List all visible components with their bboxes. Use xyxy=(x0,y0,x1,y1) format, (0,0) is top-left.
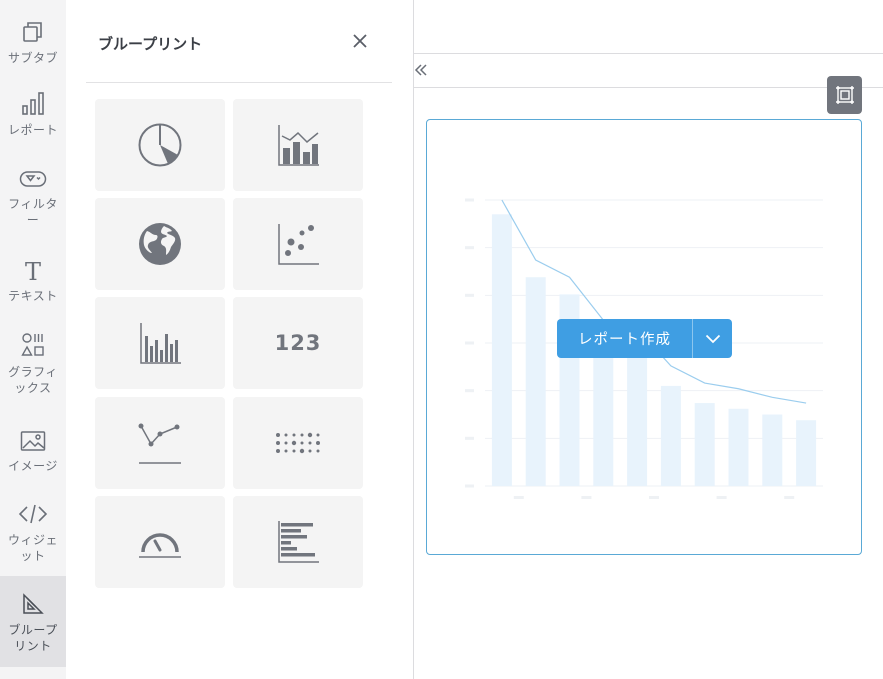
toolbar-item-subtab[interactable]: サブタブ xyxy=(0,14,66,68)
blueprint-tile-horizontal-bar[interactable] xyxy=(233,496,363,588)
blueprint-tile-dot-matrix[interactable] xyxy=(233,397,363,489)
canvas-toolbar xyxy=(414,55,883,88)
toolbar-item-label: サブタブ xyxy=(7,51,58,65)
chart-bar xyxy=(728,408,749,486)
canvas-header xyxy=(414,0,883,54)
y-tick-label xyxy=(465,246,474,250)
chart-line xyxy=(501,199,807,404)
toolbar-item-graphics[interactable]: グラフィックス xyxy=(0,328,66,400)
double-chevron-left-icon xyxy=(414,64,427,76)
x-tick-label xyxy=(784,496,795,499)
chart-bar xyxy=(491,214,512,487)
blueprint-tile-number[interactable]: 123 xyxy=(233,297,363,389)
chart-bar xyxy=(660,385,681,486)
toolbar-item-text[interactable]: T テキスト xyxy=(0,252,66,306)
collapse-panel-button[interactable] xyxy=(414,59,428,81)
toolbar-item-label: レポート xyxy=(7,123,58,137)
frame-icon xyxy=(835,86,854,104)
text-icon: T xyxy=(22,252,44,282)
blueprint-tile-bar-line[interactable] xyxy=(233,99,363,191)
report-widget[interactable]: レポート作成 xyxy=(426,119,862,555)
y-tick-label xyxy=(465,436,474,440)
y-tick-label xyxy=(465,198,474,202)
blueprint-icon xyxy=(21,586,45,616)
dot-matrix-icon xyxy=(276,432,320,454)
x-tick-label xyxy=(581,496,592,499)
globe-map-icon xyxy=(139,223,181,265)
toolbar-item-report[interactable]: レポート xyxy=(0,86,66,140)
close-icon xyxy=(353,34,367,48)
code-icon xyxy=(18,496,48,526)
toolbar-item-widget[interactable]: ウィジェット xyxy=(0,496,66,568)
blueprint-tile-line[interactable] xyxy=(95,397,225,489)
blueprint-panel: ブループリント 123 xyxy=(66,0,414,679)
toolbar-item-image[interactable]: イメージ xyxy=(0,422,66,476)
chart-bar xyxy=(694,403,715,486)
blueprint-tile-gauge[interactable] xyxy=(95,496,225,588)
y-tick-label xyxy=(465,484,474,488)
divider xyxy=(86,82,392,83)
chart-bar xyxy=(627,337,648,486)
blueprint-tile-map[interactable] xyxy=(95,198,225,290)
toolbar-item-label: テキスト xyxy=(8,289,58,303)
image-icon xyxy=(20,422,46,452)
create-report-dropdown[interactable] xyxy=(693,319,732,358)
scatter-plot-icon xyxy=(278,224,319,265)
bar-line-combo-icon xyxy=(278,125,319,166)
x-tick-label xyxy=(716,496,727,499)
panel-title: ブループリント xyxy=(98,35,203,53)
line-chart-icon xyxy=(138,423,181,464)
create-report-button[interactable]: レポート作成 xyxy=(557,319,692,358)
x-tick-label xyxy=(649,496,659,499)
gauge-icon xyxy=(139,533,181,558)
fit-frame-button[interactable] xyxy=(827,76,862,114)
toolbar-item-label: グラフィックス xyxy=(8,365,58,395)
pie-chart-icon xyxy=(138,123,182,167)
toolbar-item-label: イメージ xyxy=(8,459,58,473)
left-toolbar: サブタブ レポート フィルター T テキスト グラフィックス イメージ ウィジェ… xyxy=(0,0,66,679)
chart-bar xyxy=(525,277,546,486)
toolbar-item-label: フィルター xyxy=(8,197,58,227)
chevron-down-icon xyxy=(705,334,720,343)
subtab-icon xyxy=(21,14,45,44)
svg-text:T: T xyxy=(25,258,41,282)
graphics-icon xyxy=(21,328,45,358)
bar-chart-icon xyxy=(21,86,45,116)
y-tick-label xyxy=(465,389,474,393)
toolbar-item-blueprint[interactable]: ブループリント xyxy=(0,576,66,667)
blueprint-tile-column[interactable] xyxy=(95,297,225,389)
toolbar-item-label: ウィジェット xyxy=(7,533,58,563)
blueprint-tile-pie[interactable] xyxy=(95,99,225,191)
horizontal-bar-icon xyxy=(278,521,319,563)
filter-icon xyxy=(19,160,47,190)
column-chart-icon xyxy=(140,323,181,364)
x-tick-label xyxy=(513,496,524,499)
blueprint-tile-scatter[interactable] xyxy=(233,198,363,290)
close-button[interactable] xyxy=(349,30,371,52)
chart-bar xyxy=(796,420,817,486)
toolbar-item-filter[interactable]: フィルター xyxy=(0,160,66,232)
chart-bar xyxy=(762,414,783,486)
number-icon: 123 xyxy=(274,331,322,355)
create-report-group: レポート作成 xyxy=(557,319,732,358)
y-tick-label xyxy=(465,293,474,297)
y-tick-label xyxy=(465,341,474,345)
toolbar-item-label: ブループリント xyxy=(8,623,58,653)
